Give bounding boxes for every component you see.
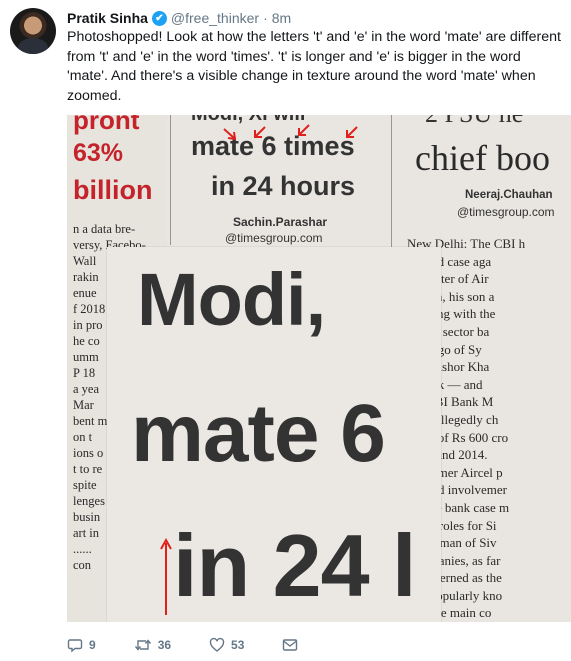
red-annotation-arrow-icon: [223, 128, 237, 141]
avatar-shirt: [18, 38, 48, 54]
right-headline: chief boo: [415, 138, 550, 178]
mid-byline-name: Sachin.Parashar: [233, 215, 328, 229]
zoom-line-3: in 24 l: [173, 516, 416, 615]
separator: ·: [263, 10, 268, 26]
timestamp[interactable]: 8m: [272, 10, 291, 26]
mid-byline-email: @timesgroup.com: [225, 231, 323, 245]
left-billion: billion: [73, 175, 153, 205]
red-annotation-arrow-icon: [160, 537, 172, 615]
left-percent: 63%: [73, 139, 124, 167]
like-button[interactable]: 53: [209, 637, 244, 653]
retweet-icon: [134, 639, 151, 651]
tweet-text: Photoshopped! Look at how the letters 't…: [67, 29, 561, 104]
red-annotation-arrow-icon: [254, 126, 266, 138]
like-count: 53: [231, 638, 245, 652]
left-body-line: n a data bre-: [73, 222, 136, 236]
right-top-fragment: 2 PSU ne: [425, 115, 523, 129]
red-annotation-arrow-icon: [298, 124, 310, 136]
red-annotation-arrow-icon: [346, 126, 358, 138]
avatar[interactable]: [10, 8, 56, 54]
reply-button[interactable]: 9: [67, 637, 96, 653]
heart-icon: [209, 637, 225, 652]
right-byline-email: @timesgroup.com: [457, 205, 555, 219]
mid-top-fragment: Modi, Xi will: [191, 115, 305, 126]
tweet-header: Pratik Sinha ✔ @free_thinker · 8m: [67, 8, 291, 28]
column-divider: [170, 115, 171, 245]
envelope-icon: [283, 639, 298, 651]
tweet: Pratik Sinha ✔ @free_thinker · 8m Photos…: [0, 0, 571, 661]
retweet-button[interactable]: 36: [134, 637, 171, 653]
author-name[interactable]: Pratik Sinha: [67, 10, 148, 26]
right-byline-name: Neeraj.Chauhan: [465, 189, 553, 201]
tweet-image[interactable]: pront 63% billion n a data bre-versy, Fa…: [67, 115, 571, 622]
reply-icon: [67, 639, 83, 653]
retweet-count: 36: [157, 638, 172, 652]
tweet-actions: 9 36 53: [67, 634, 336, 656]
mid-headline-1: mate 6 times: [191, 131, 355, 161]
zoom-line-1: Modi,: [137, 258, 326, 341]
verified-badge-icon: ✔: [151, 10, 167, 26]
zoomed-headline-inset: Modi, mate 6 in 24 l: [107, 247, 441, 622]
left-frag-top: pront: [73, 115, 140, 135]
zoom-line-2: mate 6: [131, 388, 386, 479]
author-handle[interactable]: @free_thinker: [171, 10, 259, 26]
direct-message-button[interactable]: [282, 638, 298, 652]
mid-headline-2: in 24 hours: [211, 171, 356, 201]
reply-count: 9: [89, 638, 96, 652]
